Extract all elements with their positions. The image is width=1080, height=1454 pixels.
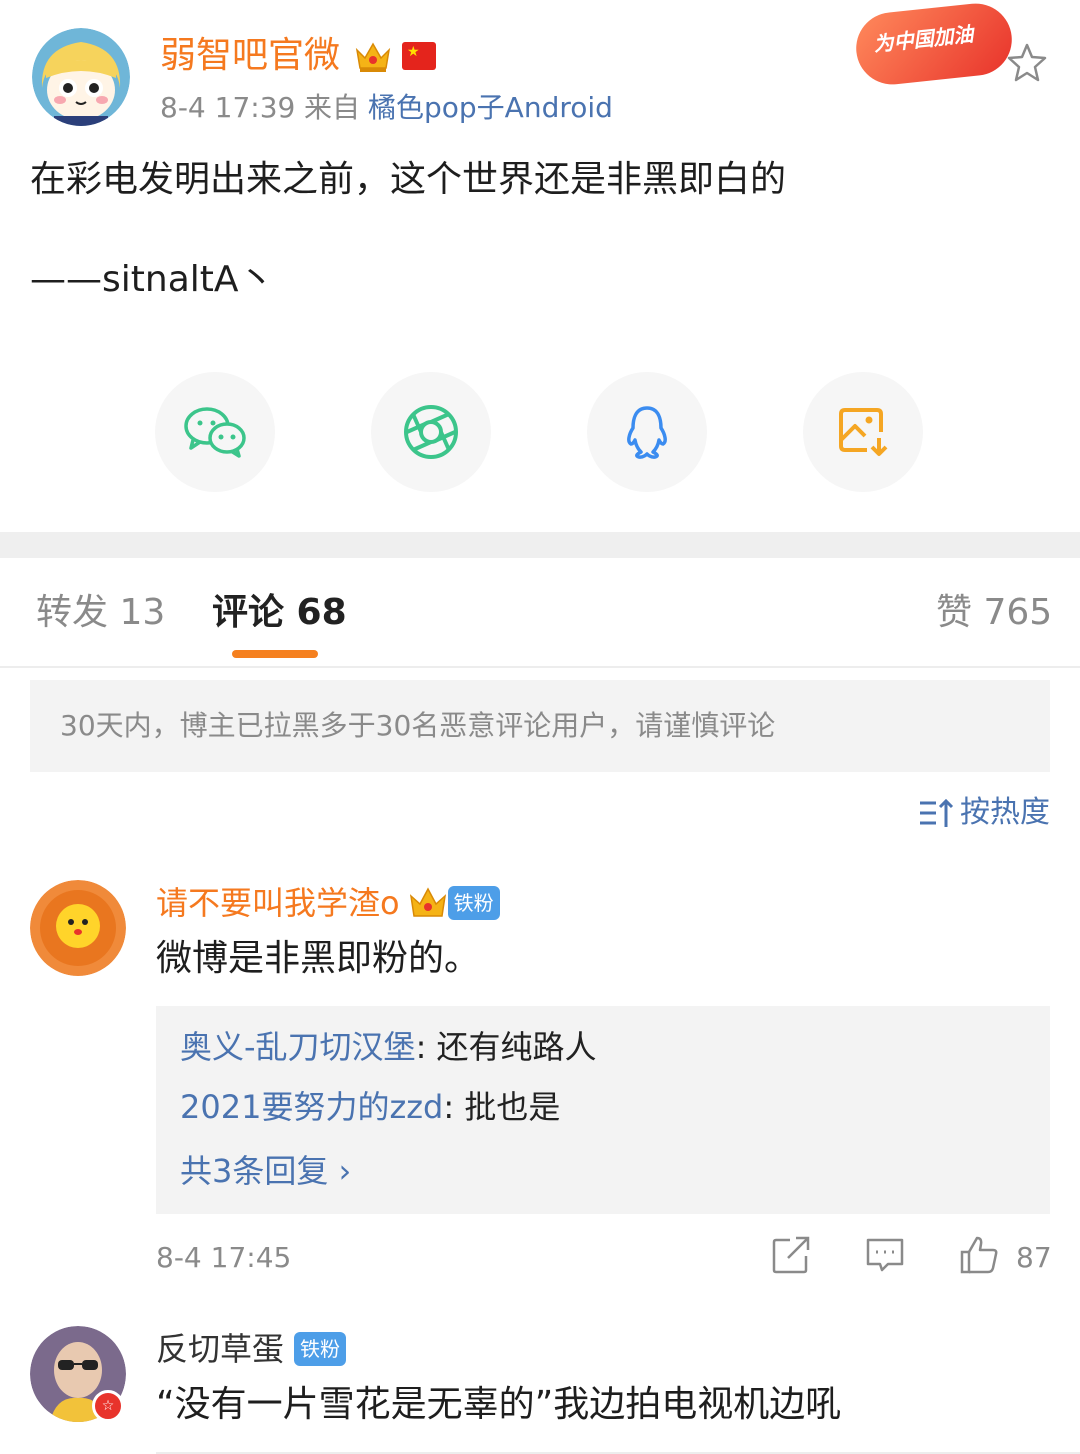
iron-fan-badge: 铁粉 [447,886,500,920]
sort-label: 按热度 [960,795,1050,830]
iron-fan-badge: 铁粉 [294,1332,347,1366]
verified-badge-icon: ☆ [92,1390,124,1422]
like-icon[interactable] [958,1234,1000,1276]
author-name[interactable]: 弱智吧官微 [160,34,340,78]
wechat-icon [184,407,246,458]
reply-box[interactable]: 奥义-乱刀切汉堡: 还有纯路人 2021要努力的zzd: 批也是 共3条回复 › [156,1006,1050,1214]
repost-icon[interactable] [770,1234,812,1276]
more-replies-link[interactable]: 共3条回复 › [180,1150,351,1192]
comment-header: 请不要叫我学渣o 铁粉 [156,882,500,924]
post-from-label: 来自 [304,91,361,124]
qq-icon [627,406,667,459]
share-moments-button[interactable] [371,372,491,492]
comment-user[interactable]: 请不要叫我学渣o [156,882,400,924]
save-image-icon [839,408,888,456]
comment-notice: 30天内，博主已拉黑多于30名恶意评论用户，请谨慎评论 [30,680,1050,772]
comment-icon[interactable] [864,1234,906,1276]
tab-divider [0,666,1080,668]
share-save-image-button[interactable] [803,372,923,492]
comment-text: 微博是非黑即粉的。 [156,938,481,979]
crown-vip-icon [354,38,392,74]
share-qq-button[interactable] [587,372,707,492]
sort-by-hot-button[interactable]: 按热度 [918,794,1050,832]
like-count: 87 [1016,1241,1052,1274]
reply-item[interactable]: 奥义-乱刀切汉堡: 还有纯路人 [180,1026,597,1068]
author-avatar[interactable] [32,28,130,126]
comment-text: “没有一片雪花是无辜的”我边拍电视机边吼 [156,1384,842,1425]
comment-header: 反切草蛋 铁粉 [156,1328,347,1370]
active-tab-indicator [232,650,318,658]
tab-like[interactable]: 赞 765 [936,590,1052,636]
section-separator [0,532,1080,558]
favorite-star-icon[interactable] [1006,42,1048,82]
reply-user[interactable]: 奥义-乱刀切汉堡 [180,1028,416,1066]
reply-text: : 批也是 [443,1088,561,1126]
tab-comment[interactable]: 评论 68 [212,590,347,636]
tab-repost[interactable]: 转发 13 [36,590,165,636]
post-text: 在彩电发明出来之前，这个世界还是非黑即白的 [30,159,787,200]
crown-vip-icon [409,887,446,917]
sort-icon [920,798,954,827]
comment-avatar[interactable] [30,880,126,976]
comment-user[interactable]: 反切草蛋 [156,1328,284,1370]
reply-item[interactable]: 2021要努力的zzd: 批也是 [180,1086,560,1128]
notice-text: 30天内，博主已拉黑多于30名恶意评论用户，请谨慎评论 [60,709,776,742]
reply-text: : 还有纯路人 [415,1028,597,1066]
post-signature: ——sitnaltA丶 [30,259,275,300]
cheer-china-badge[interactable]: 为中国加油 [852,0,1016,88]
cheer-badge-text: 为中国加油 [872,21,975,57]
reply-user[interactable]: 2021要努力的zzd [180,1088,443,1126]
comment-time: 8-4 17:45 [156,1241,292,1274]
moments-icon [404,405,458,459]
post-source[interactable]: 橘色pop子Android [368,90,613,126]
share-wechat-button[interactable] [155,372,275,492]
post-time: 8-4 17:39 [160,91,296,124]
china-flag-icon: ★ [402,42,436,70]
